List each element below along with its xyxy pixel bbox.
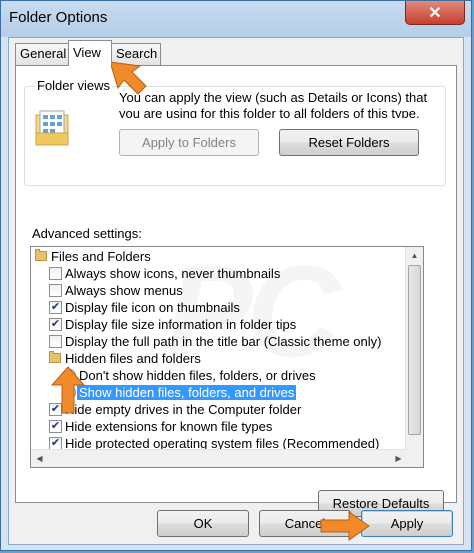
tree-row-label: Display the full path in the title bar (… [65, 334, 382, 349]
tree-row-label: Don't show hidden files, folders, or dri… [79, 368, 316, 383]
scroll-up-icon[interactable]: ▲ [406, 247, 423, 264]
tab-view[interactable]: View [68, 40, 112, 66]
tree-row[interactable]: Don't show hidden files, folders, or dri… [31, 367, 407, 384]
tree-row[interactable]: Always show menus [31, 282, 407, 299]
tree-row[interactable]: ✔ Hide empty drives in the Computer folde… [31, 401, 407, 418]
close-icon: ✕ [428, 4, 442, 22]
radio-unselected[interactable] [63, 369, 76, 382]
tree-row-label: Display file size information in folder … [65, 317, 297, 332]
folder-views-description: You can apply the view (such as Details … [119, 90, 428, 118]
tree-row-label: Hide empty drives in the Computer folder [65, 402, 302, 417]
tree-row[interactable]: ✔ Hide extensions for known file types [31, 418, 407, 435]
title-bar[interactable]: Folder Options ✕ [1, 1, 471, 37]
dialog-client: General View Search PC Folder views You … [8, 37, 464, 545]
tree-row: Hidden files and folders [31, 350, 407, 367]
folder-views-icon [35, 110, 69, 146]
tree-row-label: Always show icons, never thumbnails [65, 266, 281, 281]
tree-row[interactable]: Always show icons, never thumbnails [31, 265, 407, 282]
checkbox-checked[interactable]: ✔ [49, 301, 62, 314]
tree-row-label: Display file icon on thumbnails [65, 300, 240, 315]
folder-views-group: Folder views You can apply the view (suc… [24, 78, 446, 186]
folder-options-window: Folder Options ✕ General View Search PC … [0, 0, 472, 551]
tree-row: Files and Folders [31, 248, 407, 265]
scroll-right-icon[interactable]: ▶ [390, 450, 407, 467]
reset-folders-button[interactable]: Reset Folders [279, 129, 419, 156]
folder-icon [35, 249, 47, 261]
apply-button[interactable]: Apply [361, 510, 453, 537]
tab-general[interactable]: General [15, 43, 69, 65]
tree-row[interactable]: ✔ Display file size information in folder… [31, 316, 407, 333]
cancel-button[interactable]: Cancel [259, 510, 351, 537]
tree-row[interactable]: Display the full path in the title bar (… [31, 333, 407, 350]
tab-search[interactable]: Search [111, 43, 161, 65]
tree-row[interactable]: ✔ Display file icon on thumbnails [31, 299, 407, 316]
folder-views-legend: Folder views [35, 78, 112, 93]
tree-row-label: Hide extensions for known file types [65, 419, 273, 434]
folder-icon [49, 351, 61, 363]
apply-to-folders-button[interactable]: Apply to Folders [119, 129, 259, 156]
horizontal-scrollbar[interactable]: ◀ ▶ [31, 449, 407, 467]
vertical-scrollbar[interactable]: ▲ ▼ [405, 247, 423, 467]
checkbox-unchecked[interactable] [49, 284, 62, 297]
ok-button[interactable]: OK [157, 510, 249, 537]
tree-row-label: Files and Folders [51, 249, 151, 264]
tree-row[interactable]: Show hidden files, folders, and drives [31, 384, 407, 401]
tree-row-label: Show hidden files, folders, and drives [77, 385, 297, 400]
scroll-thumb[interactable] [408, 265, 421, 435]
checkbox-unchecked[interactable] [49, 267, 62, 280]
checkbox-unchecked[interactable] [49, 335, 62, 348]
scroll-left-icon[interactable]: ◀ [31, 450, 48, 467]
scroll-corner [406, 450, 423, 467]
advanced-settings-tree[interactable]: Files and Folders Always show icons, neve… [30, 246, 424, 468]
checkbox-checked[interactable]: ✔ [49, 403, 62, 416]
checkbox-checked[interactable]: ✔ [49, 318, 62, 331]
tree-row-label: Always show menus [65, 283, 183, 298]
close-button[interactable]: ✕ [405, 1, 465, 25]
radio-selected[interactable] [63, 386, 76, 399]
advanced-settings-label: Advanced settings: [32, 226, 142, 241]
view-tab-panel: PC Folder views You can apply the view (… [15, 65, 457, 517]
checkbox-checked[interactable]: ✔ [49, 420, 62, 433]
tree-row-label: Hidden files and folders [65, 351, 201, 366]
window-title: Folder Options [9, 9, 108, 26]
